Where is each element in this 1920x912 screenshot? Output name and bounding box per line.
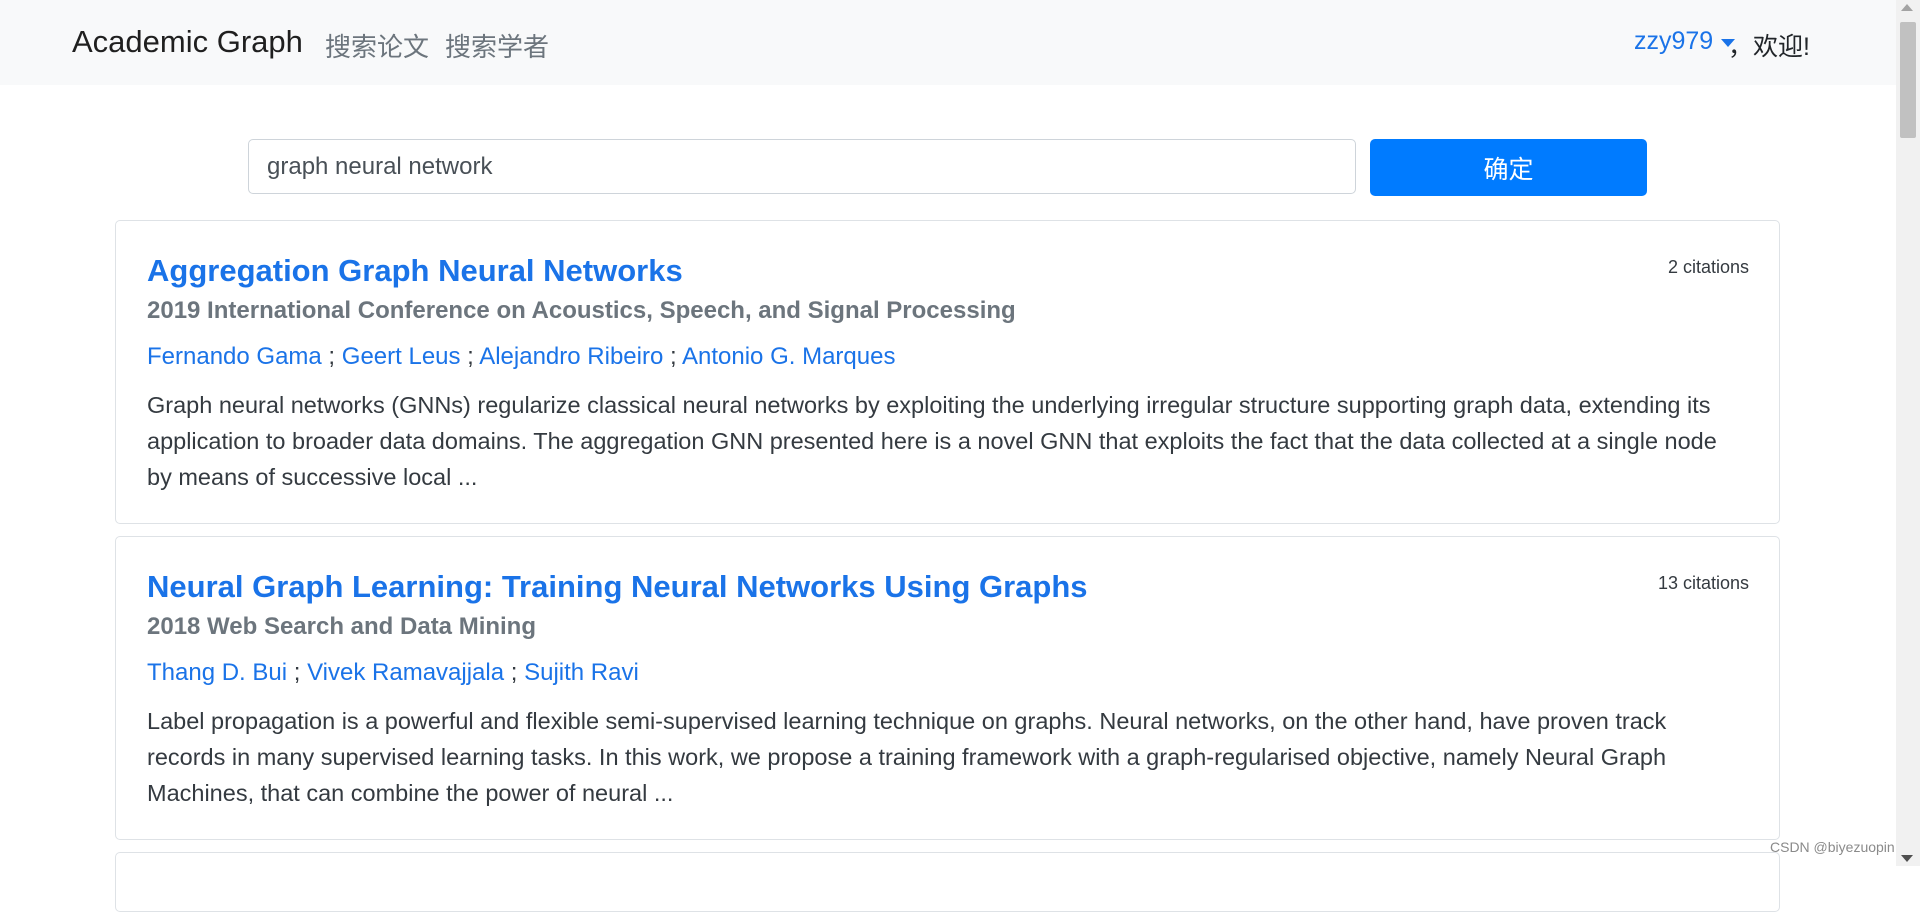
nav-search-scholars[interactable]: 搜索学者 [445, 27, 549, 64]
citation-count: 2 citations [1667, 257, 1749, 277]
paper-abstract: Label propagation is a powerful and flex… [147, 708, 1667, 806]
author-separator: ; [460, 343, 480, 370]
result-card: Aggregation Graph Neural Networks 2 cita… [115, 220, 1780, 524]
scroll-down-arrow-icon[interactable] [1901, 855, 1913, 862]
author-link[interactable]: Geert Leus [342, 343, 461, 370]
author-link[interactable]: Alejandro Ribeiro [479, 343, 663, 370]
citation-count: 13 citations [1657, 573, 1749, 593]
brand-logo[interactable]: Academic Graph [72, 24, 303, 60]
search-input[interactable] [248, 139, 1356, 194]
scrollbar-thumb[interactable] [1900, 22, 1916, 138]
nav-search-papers[interactable]: 搜索论文 [325, 27, 429, 64]
top-navbar: Academic Graph 搜索论文 搜索学者 zzy979 ，欢迎! [0, 0, 1896, 85]
confirm-search-button[interactable]: 确定 [1370, 139, 1647, 196]
watermark: CSDN @biyezuopin [1770, 839, 1895, 855]
paper-venue: 2019 International Conference on Acousti… [147, 297, 1016, 324]
paper-abstract: Graph neural networks (GNNs) regularize … [147, 392, 1717, 490]
author-separator: ; [504, 659, 525, 686]
result-card [115, 852, 1780, 912]
vertical-scrollbar[interactable] [1896, 0, 1920, 866]
result-card: Neural Graph Learning: Training Neural N… [115, 536, 1780, 840]
author-separator: ; [287, 659, 308, 686]
author-link[interactable]: Fernando Gama [147, 343, 322, 370]
username[interactable]: zzy979 [1634, 27, 1713, 56]
author-link[interactable]: Sujith Ravi [524, 659, 639, 686]
author-list: Fernando Gama ; Geert Leus ; Alejandro R… [147, 343, 895, 371]
scroll-up-arrow-icon[interactable] [1901, 4, 1913, 11]
author-link[interactable]: Antonio G. Marques [682, 343, 895, 370]
author-link[interactable]: Vivek Ramavajjala [307, 659, 504, 686]
author-list: Thang D. Bui ; Vivek Ramavajjala ; Sujit… [147, 659, 639, 687]
paper-title[interactable]: Aggregation Graph Neural Networks [147, 253, 683, 289]
welcome-text: ，欢迎! [1728, 33, 1810, 61]
author-separator: ; [663, 343, 682, 370]
author-link[interactable]: Thang D. Bui [147, 659, 287, 686]
author-separator: ; [321, 343, 342, 370]
paper-venue: 2018 Web Search and Data Mining [147, 613, 537, 640]
paper-title[interactable]: Neural Graph Learning: Training Neural N… [147, 569, 1088, 605]
user-menu[interactable]: zzy979 [1634, 27, 1736, 56]
